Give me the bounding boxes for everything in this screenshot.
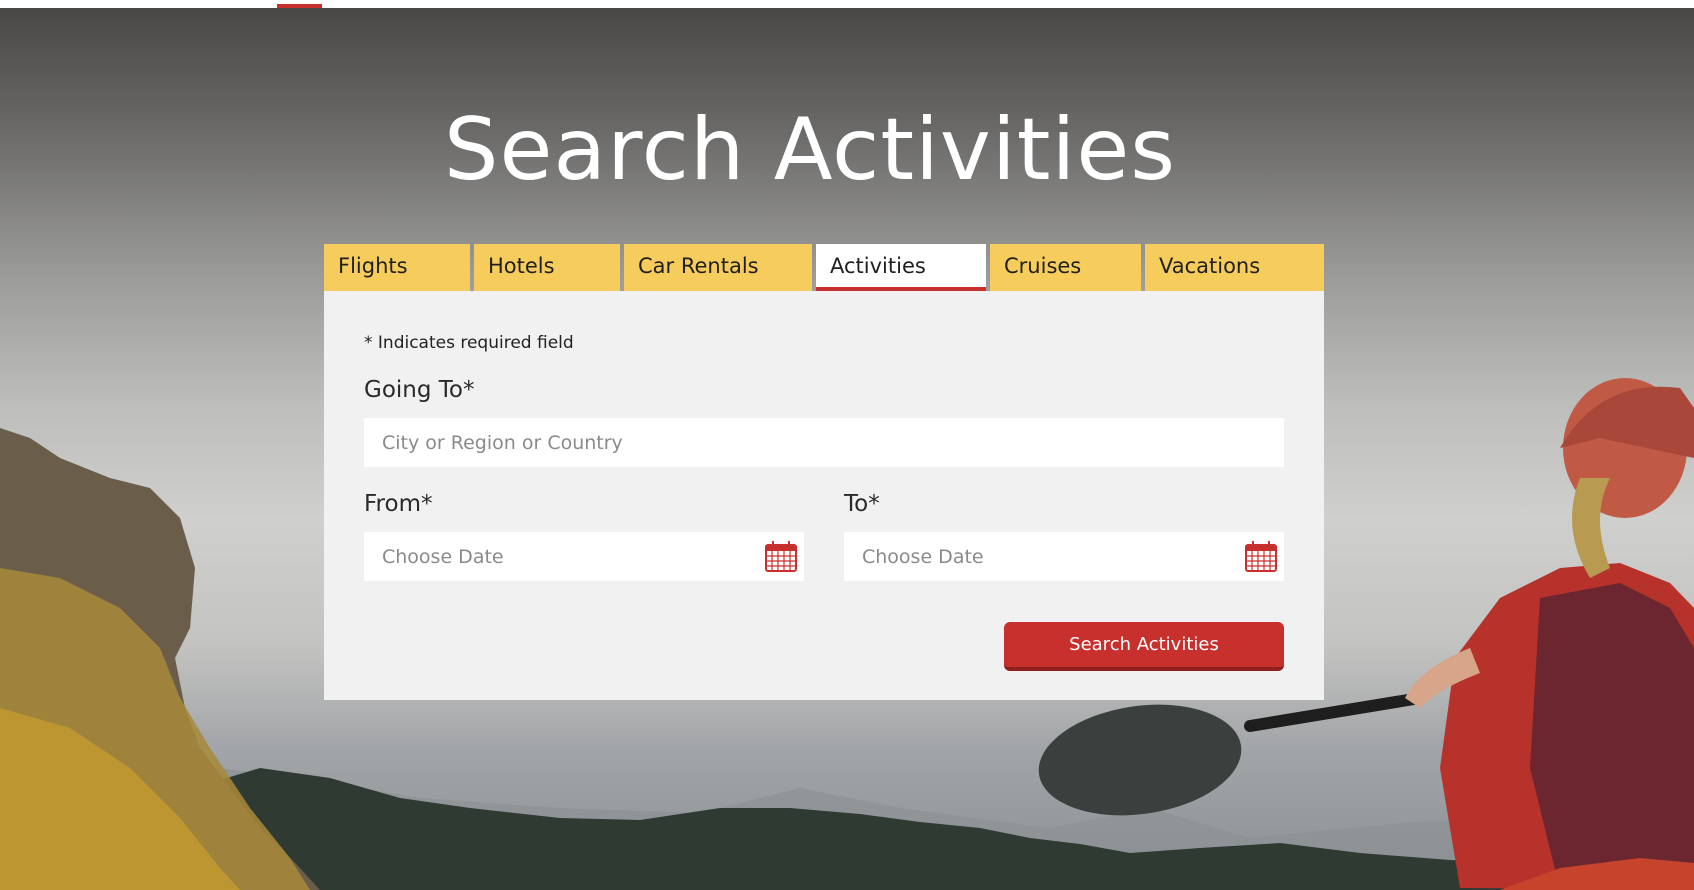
to-date-input[interactable] [844,532,1284,581]
calendar-icon[interactable] [764,539,798,573]
required-field-note: * Indicates required field [364,333,574,353]
product-tabs: Flights Hotels Car Rentals Activities Cr… [324,244,1324,291]
tab-flights[interactable]: Flights [324,244,470,291]
to-date-label: To* [844,491,880,517]
tab-cruises[interactable]: Cruises [990,244,1141,291]
going-to-label: Going To* [364,377,475,403]
tab-car-rentals[interactable]: Car Rentals [624,244,812,291]
tab-vacations[interactable]: Vacations [1145,244,1324,291]
top-nav-bar [0,0,1694,8]
page-title: Search Activities [443,100,1177,200]
calendar-icon[interactable] [1244,539,1278,573]
search-form-panel: * Indicates required field Going To* Fro… [324,291,1324,700]
search-activities-button[interactable]: Search Activities [1004,622,1284,671]
from-date-input[interactable] [364,532,804,581]
tab-hotels[interactable]: Hotels [474,244,620,291]
from-date-label: From* [364,491,433,517]
going-to-input[interactable] [364,418,1284,467]
tab-activities[interactable]: Activities [816,244,986,291]
